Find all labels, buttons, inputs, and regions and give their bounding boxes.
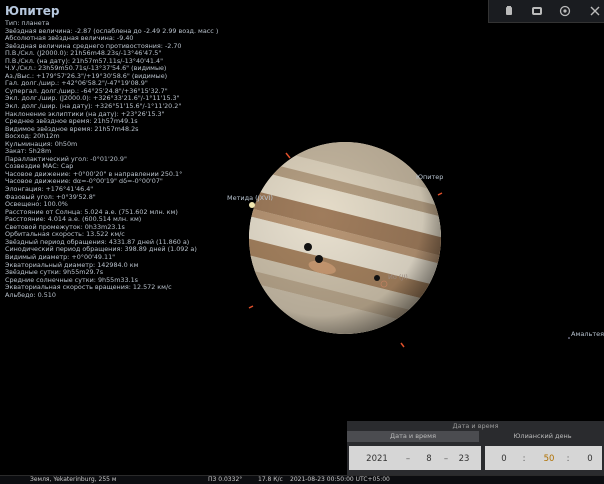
- second-input[interactable]: 0: [583, 454, 597, 464]
- moon-marker: [285, 152, 291, 159]
- panel-title: Дата и время: [452, 422, 499, 430]
- close-icon[interactable]: [589, 5, 601, 17]
- hour-input[interactable]: 0: [497, 454, 511, 464]
- moon-marker: [400, 342, 405, 348]
- month-input[interactable]: 8: [421, 454, 437, 464]
- amalthea-label[interactable]: Амальтея: [571, 330, 604, 338]
- metis-moon[interactable]: [249, 202, 255, 208]
- tab-date-time[interactable]: Дата и время: [347, 431, 479, 442]
- object-info-list: Тип: планета Звёздная величина: -2.87 (ос…: [5, 19, 218, 299]
- object-title: Юпитер: [5, 4, 60, 18]
- date-separator: –: [405, 454, 411, 464]
- day-input[interactable]: 23: [455, 454, 473, 464]
- tab-julian-day[interactable]: Юлианский день: [481, 431, 604, 442]
- settings-icon[interactable]: [559, 5, 571, 17]
- io-label[interactable]: Ио (JI): [388, 273, 408, 281]
- star: [568, 337, 570, 339]
- info-line: Альбедо: 0.510: [5, 290, 56, 299]
- metis-label[interactable]: Метида (JXVI): [227, 194, 273, 202]
- date-separator: –: [443, 454, 449, 464]
- top-toolbar: [488, 0, 604, 23]
- time-separator: :: [566, 454, 570, 464]
- moon-shadow: [315, 255, 323, 263]
- moon-shadow: [304, 243, 312, 251]
- jupiter-disk[interactable]: [208, 115, 490, 371]
- screenshot-icon[interactable]: [503, 5, 515, 17]
- year-input[interactable]: 2021: [359, 454, 395, 464]
- moon-marker: [437, 192, 443, 196]
- fullscreen-icon[interactable]: [531, 5, 543, 17]
- minute-input[interactable]: 50: [539, 454, 559, 464]
- time-separator: :: [522, 454, 526, 464]
- moon-shadow: [374, 275, 380, 281]
- moon-marker: [248, 305, 254, 309]
- jupiter-label[interactable]: Юпитер: [416, 173, 443, 181]
- datetime-panel: Дата и время Дата и время Юлианский день…: [347, 421, 604, 475]
